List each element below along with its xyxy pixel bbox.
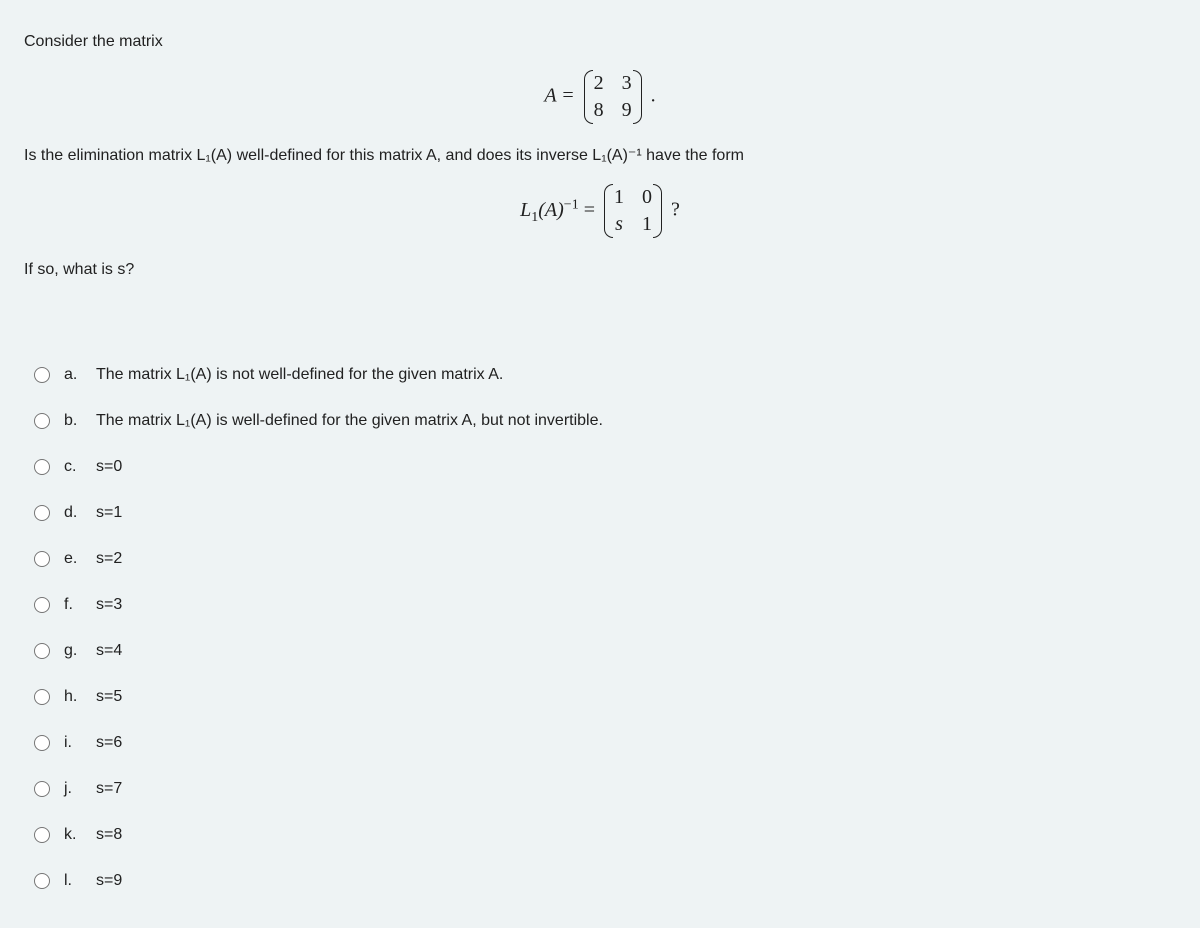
matrix-l-lhs-arg: (A) bbox=[538, 199, 564, 221]
option-j[interactable]: j. s=7 bbox=[24, 766, 1176, 812]
option-c-text: s=0 bbox=[96, 458, 122, 476]
option-g[interactable]: g. s=4 bbox=[24, 628, 1176, 674]
option-h-letter: h. bbox=[64, 688, 82, 706]
option-i-text: s=6 bbox=[96, 734, 122, 752]
matrix-a-trail: . bbox=[651, 85, 656, 107]
option-j-text: s=7 bbox=[96, 780, 122, 798]
matrix-l-trail: ? bbox=[671, 199, 680, 221]
option-a-letter: a. bbox=[64, 366, 82, 384]
option-f-radio[interactable] bbox=[34, 597, 50, 613]
option-k-letter: k. bbox=[64, 826, 82, 844]
option-h-radio[interactable] bbox=[34, 689, 50, 705]
option-h-text: s=5 bbox=[96, 688, 122, 706]
option-e-letter: e. bbox=[64, 550, 82, 568]
option-c-letter: c. bbox=[64, 458, 82, 476]
option-f-text: s=3 bbox=[96, 596, 122, 614]
option-d-text: s=1 bbox=[96, 504, 122, 522]
option-h[interactable]: h. s=5 bbox=[24, 674, 1176, 720]
option-b-radio[interactable] bbox=[34, 413, 50, 429]
option-i-radio[interactable] bbox=[34, 735, 50, 751]
option-a-text: The matrix L₁(A) is not well-defined for… bbox=[96, 366, 503, 384]
option-d-letter: d. bbox=[64, 504, 82, 522]
option-l-text: s=9 bbox=[96, 872, 122, 890]
matrix-a-cell-11: 9 bbox=[622, 99, 632, 122]
option-j-letter: j. bbox=[64, 780, 82, 798]
option-k-radio[interactable] bbox=[34, 827, 50, 843]
matrix-l-cell-10: s bbox=[614, 213, 624, 236]
matrix-l-lhs-sup: −1 bbox=[564, 197, 579, 212]
option-e[interactable]: e. s=2 bbox=[24, 536, 1176, 582]
matrix-a-display: A = 2 3 8 9 . bbox=[24, 72, 1176, 122]
option-f[interactable]: f. s=3 bbox=[24, 582, 1176, 628]
matrix-a-cell-01: 3 bbox=[622, 72, 632, 95]
question-intro: Consider the matrix bbox=[24, 30, 1176, 54]
matrix-l-lhs-L: L bbox=[520, 199, 531, 221]
option-d[interactable]: d. s=1 bbox=[24, 490, 1176, 536]
matrix-a: 2 3 8 9 bbox=[584, 72, 642, 122]
matrix-l-cell-01: 0 bbox=[642, 186, 652, 209]
option-a[interactable]: a. The matrix L₁(A) is not well-defined … bbox=[24, 352, 1176, 398]
question-mid: Is the elimination matrix L₁(A) well-def… bbox=[24, 144, 1176, 168]
option-l-letter: l. bbox=[64, 872, 82, 890]
option-g-radio[interactable] bbox=[34, 643, 50, 659]
options-group: a. The matrix L₁(A) is not well-defined … bbox=[24, 352, 1176, 904]
option-l[interactable]: l. s=9 bbox=[24, 858, 1176, 904]
matrix-l-cell-00: 1 bbox=[614, 186, 624, 209]
option-e-text: s=2 bbox=[96, 550, 122, 568]
option-i-letter: i. bbox=[64, 734, 82, 752]
option-j-radio[interactable] bbox=[34, 781, 50, 797]
matrix-l-cell-11: 1 bbox=[642, 213, 652, 236]
option-k-text: s=8 bbox=[96, 826, 122, 844]
option-c[interactable]: c. s=0 bbox=[24, 444, 1176, 490]
matrix-l-lhs: L1(A)−1 = bbox=[520, 199, 600, 221]
option-c-radio[interactable] bbox=[34, 459, 50, 475]
option-l-radio[interactable] bbox=[34, 873, 50, 889]
matrix-a-lhs: A = bbox=[544, 85, 574, 107]
matrix-l-lhs-eq: = bbox=[579, 199, 600, 221]
option-b[interactable]: b. The matrix L₁(A) is well-defined for … bbox=[24, 398, 1176, 444]
option-i[interactable]: i. s=6 bbox=[24, 720, 1176, 766]
option-f-letter: f. bbox=[64, 596, 82, 614]
option-g-letter: g. bbox=[64, 642, 82, 660]
question-tail: If so, what is s? bbox=[24, 258, 1176, 282]
matrix-a-cell-10: 8 bbox=[594, 99, 604, 122]
matrix-l-display: L1(A)−1 = 1 0 s 1 ? bbox=[24, 186, 1176, 236]
option-a-radio[interactable] bbox=[34, 367, 50, 383]
option-b-letter: b. bbox=[64, 412, 82, 430]
option-g-text: s=4 bbox=[96, 642, 122, 660]
option-e-radio[interactable] bbox=[34, 551, 50, 567]
option-b-text: The matrix L₁(A) is well-defined for the… bbox=[96, 412, 603, 430]
matrix-a-cell-00: 2 bbox=[594, 72, 604, 95]
matrix-l: 1 0 s 1 bbox=[604, 186, 662, 236]
option-d-radio[interactable] bbox=[34, 505, 50, 521]
option-k[interactable]: k. s=8 bbox=[24, 812, 1176, 858]
